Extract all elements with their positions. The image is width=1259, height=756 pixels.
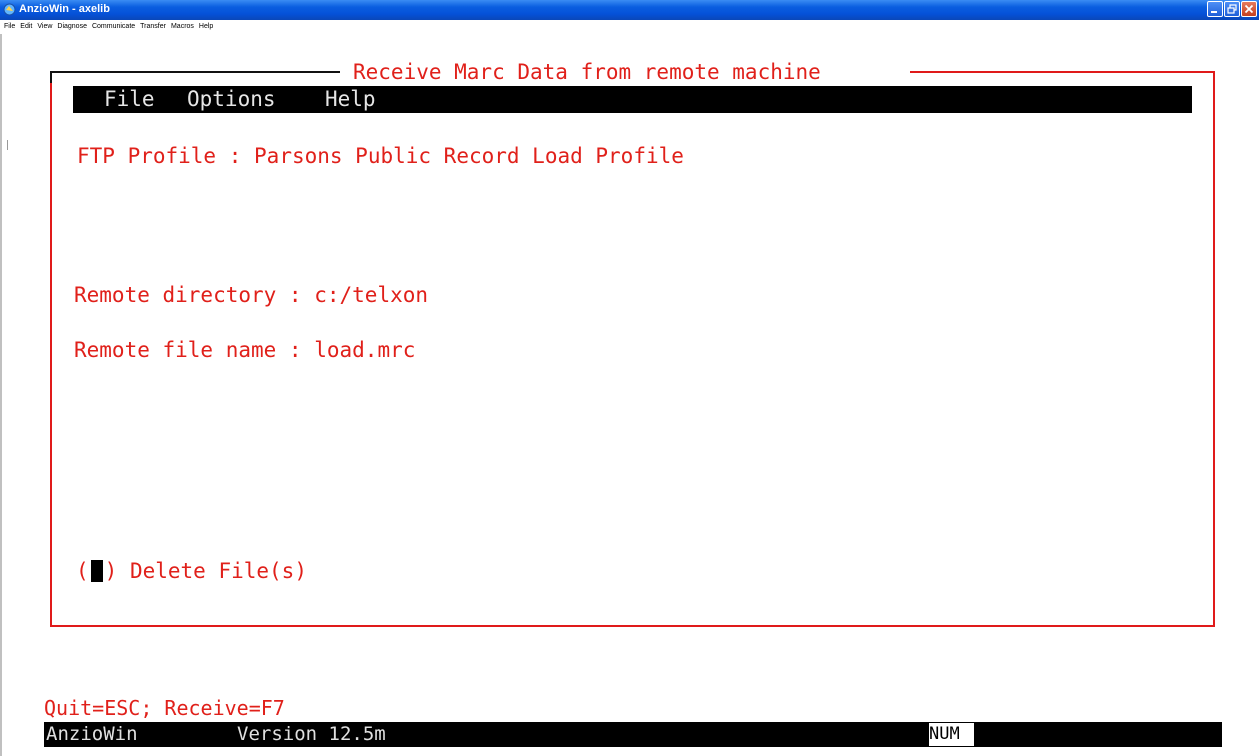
window-edge-mark	[7, 140, 8, 150]
dialog-title: Receive Marc Data from remote machine	[353, 60, 821, 84]
status-version: Version 12.5m	[237, 723, 386, 745]
terminal-menu-options[interactable]: Options	[187, 86, 276, 113]
close-button[interactable]	[1241, 1, 1257, 17]
terminal-menu-help[interactable]: Help	[325, 86, 376, 113]
close-icon	[1244, 4, 1254, 14]
remote-directory-row: Remote directory : c:/telxon	[74, 282, 428, 308]
window-left-border	[0, 34, 2, 756]
minimize-button[interactable]	[1207, 1, 1223, 17]
menu-macros[interactable]: Macros	[171, 21, 194, 33]
window-titlebar[interactable]: AnzioWin - axelib	[0, 0, 1259, 20]
delete-files-checkbox[interactable]	[90, 560, 103, 582]
frame-top-left-line	[50, 71, 340, 73]
delete-files-option[interactable]: () Delete File(s)	[76, 558, 307, 584]
remote-file-label: Remote file name :	[74, 338, 302, 362]
terminal-menu-bar: File Options Help	[73, 86, 1192, 113]
window-menubar: File Edit View Diagnose Communicate Tran…	[0, 20, 1259, 34]
terminal-menu-file[interactable]: File	[104, 86, 155, 113]
restore-icon	[1227, 4, 1237, 14]
menu-communicate[interactable]: Communicate	[92, 21, 135, 33]
frame-corner-line	[50, 71, 52, 83]
restore-button[interactable]	[1224, 1, 1240, 17]
menu-help[interactable]: Help	[199, 21, 213, 33]
menu-diagnose[interactable]: Diagnose	[57, 21, 87, 33]
remote-file-row: Remote file name : load.mrc	[74, 337, 415, 363]
frame-top-right-line	[910, 71, 1215, 73]
menu-edit[interactable]: Edit	[20, 21, 32, 33]
remote-file-field[interactable]: load.mrc	[314, 338, 415, 362]
menu-file[interactable]: File	[4, 21, 15, 33]
window-title: AnzioWin - axelib	[19, 3, 110, 15]
menu-view[interactable]: View	[37, 21, 52, 33]
minimize-icon	[1211, 11, 1217, 13]
ftp-profile-row: FTP Profile : Parsons Public Record Load…	[77, 143, 684, 169]
key-hint: Quit=ESC; Receive=F7	[44, 696, 285, 720]
status-bar: AnzioWin Version 12.5m NUM	[44, 722, 1222, 747]
remote-directory-field[interactable]: c:/telxon	[314, 283, 428, 307]
menu-transfer[interactable]: Transfer	[140, 21, 166, 33]
num-lock-indicator: NUM	[929, 723, 974, 746]
status-app-name: AnzioWin	[46, 723, 138, 745]
remote-directory-label: Remote directory :	[74, 283, 302, 307]
anziowin-app-icon[interactable]	[3, 3, 16, 16]
ftp-profile-value[interactable]: Parsons Public Record Load Profile	[254, 144, 684, 168]
ftp-profile-label: FTP Profile :	[77, 144, 242, 168]
delete-files-label: Delete File(s)	[129, 559, 307, 583]
